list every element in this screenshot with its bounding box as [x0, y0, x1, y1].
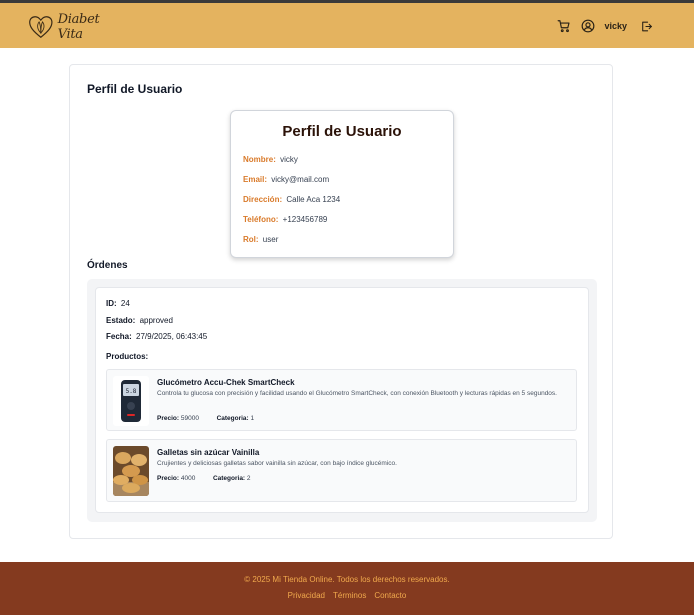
- profile-label: Teléfono:: [243, 215, 279, 224]
- profile-row-address: Dirección: Calle Aca 1234: [243, 195, 340, 204]
- profile-value: vicky: [280, 155, 298, 164]
- category-value: 1: [250, 415, 255, 422]
- order-id: ID: 24: [106, 299, 130, 308]
- footer-link-terms[interactable]: Términos: [333, 591, 366, 600]
- brand-logo[interactable]: Diabet Vita: [28, 11, 118, 43]
- site-footer: © 2025 Mi Tienda Online. Todos los derec…: [0, 562, 694, 615]
- profile-value: vicky@mail.com: [271, 175, 330, 184]
- logout-icon[interactable]: [638, 18, 654, 34]
- order-card: ID: 24 Estado: approved Fecha: 27/9/2025…: [95, 287, 589, 513]
- orders-list: ID: 24 Estado: approved Fecha: 27/9/2025…: [87, 279, 597, 522]
- footer-link-contact[interactable]: Contacto: [374, 591, 406, 600]
- page-title: Perfil de Usuario: [87, 82, 183, 96]
- logo-text: Diabet Vita: [57, 12, 100, 42]
- price-label: Precio:: [157, 415, 180, 422]
- order-status: Estado: approved: [106, 316, 173, 325]
- product-description: Crujientes y deliciosas galletas sabor v…: [157, 460, 397, 467]
- username-label[interactable]: vicky: [604, 21, 627, 31]
- heart-leaf-logo-icon: [29, 16, 53, 39]
- profile-row-email: Email: vicky@mail.com: [243, 175, 329, 184]
- order-id-value: 24: [120, 299, 130, 308]
- profile-heading: Perfil de Usuario: [282, 123, 402, 140]
- profile-label: Nombre:: [243, 155, 276, 164]
- products-label: Productos:: [106, 352, 149, 361]
- profile-label: Rol:: [243, 235, 259, 244]
- product-meta: Precio: 59000 Categoria: 1: [157, 415, 254, 422]
- product-description: Controla tu glucosa con precisión y faci…: [157, 390, 557, 397]
- footer-link-privacy[interactable]: Privacidad: [288, 591, 325, 600]
- product-meta: Precio: 4000 Categoria: 2: [157, 475, 251, 482]
- order-product-item: 5.8 Glucómetro Accu-Chek SmartCheck Cont…: [106, 369, 577, 431]
- order-id-label: ID:: [106, 299, 117, 308]
- cookies-image: [113, 446, 149, 496]
- orders-title: Órdenes: [87, 260, 128, 271]
- profile-card: Perfil de Usuario Nombre: vicky Email: v…: [230, 110, 454, 258]
- order-date-label: Fecha:: [106, 332, 132, 341]
- cart-icon[interactable]: [556, 18, 572, 34]
- product-name: Galletas sin azúcar Vainilla: [157, 448, 260, 457]
- order-product-item: Galletas sin azúcar Vainilla Crujientes …: [106, 439, 577, 502]
- category-label: Categoria:: [212, 475, 246, 482]
- footer-links: Privacidad Términos Contacto: [0, 591, 694, 600]
- profile-row-phone: Teléfono: +123456789: [243, 215, 327, 224]
- profile-page-card: Perfil de Usuario Perfil de Usuario Nomb…: [69, 64, 613, 539]
- profile-row-role: Rol: user: [243, 235, 278, 244]
- order-products-heading: Productos:: [106, 352, 150, 361]
- header-nav: vicky: [556, 18, 654, 34]
- site-header: Diabet Vita vicky: [0, 3, 694, 48]
- profile-value: user: [262, 235, 279, 244]
- order-date: Fecha: 27/9/2025, 06:43:45: [106, 332, 207, 341]
- footer-copyright: © 2025 Mi Tienda Online. Todos los derec…: [244, 575, 450, 584]
- order-status-label: Estado:: [106, 316, 136, 325]
- profile-row-name: Nombre: vicky: [243, 155, 298, 164]
- price-value: 4000: [180, 475, 196, 482]
- svg-text:5.8: 5.8: [126, 388, 137, 395]
- profile-label: Email:: [243, 175, 268, 184]
- category-value: 2: [246, 475, 251, 482]
- price-value: 59000: [180, 415, 199, 422]
- profile-value: Calle Aca 1234: [286, 195, 341, 204]
- order-status-value: approved: [139, 316, 173, 325]
- user-circle-icon[interactable]: [580, 18, 596, 34]
- profile-label: Dirección:: [243, 195, 283, 204]
- product-name: Glucómetro Accu-Chek SmartCheck: [157, 378, 295, 387]
- price-label: Precio:: [157, 475, 180, 482]
- profile-value: +123456789: [282, 215, 328, 224]
- order-date-value: 27/9/2025, 06:43:45: [136, 332, 208, 341]
- glucometer-image: 5.8: [113, 376, 149, 426]
- category-label: Categoria:: [216, 415, 249, 422]
